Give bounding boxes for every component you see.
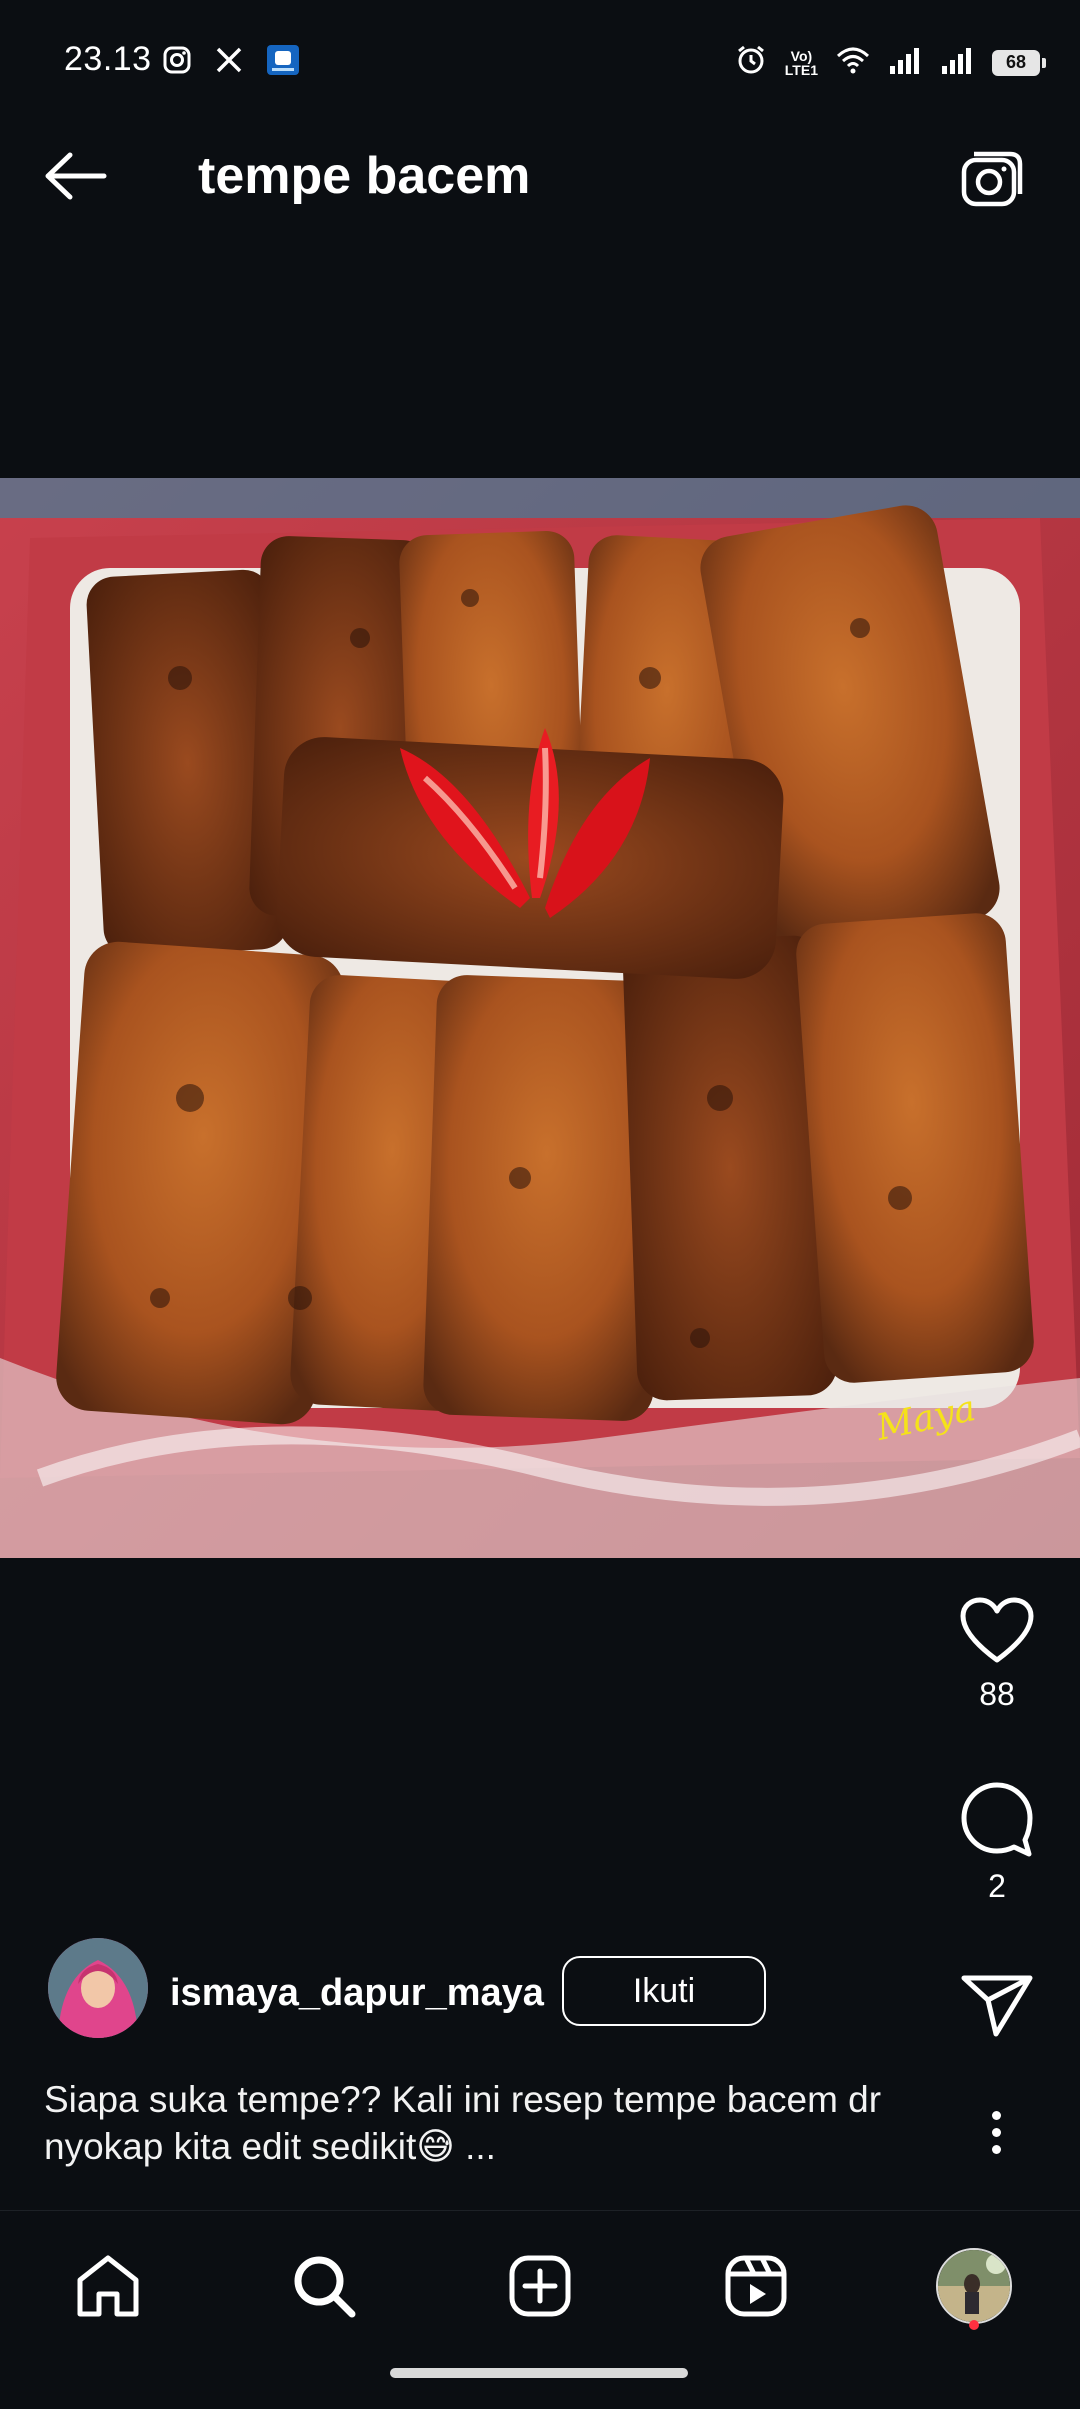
status-bar: 23.13 Vo) LTE1 68 — [0, 0, 1080, 96]
page-title: tempe bacem — [198, 147, 531, 205]
comment-icon — [961, 1782, 1033, 1857]
lte-indicator: Vo) LTE1 — [785, 49, 818, 77]
like-action[interactable]: 88 — [937, 1596, 1057, 1713]
more-icon-dot — [991, 2110, 1001, 2120]
alarm-icon — [735, 44, 767, 81]
like-count: 88 — [979, 1676, 1015, 1712]
follow-button[interactable]: Ikuti — [562, 1956, 766, 2026]
home-indicator[interactable] — [390, 2368, 688, 2378]
camera-icon — [961, 151, 1023, 207]
nav-create[interactable] — [490, 2236, 590, 2336]
more-options-button[interactable] — [966, 2092, 1026, 2172]
post-image[interactable]: Maya — [0, 478, 1080, 1558]
status-notification-icons — [162, 44, 300, 81]
caption-line-1: Siapa suka tempe?? Kali ini resep tempe … — [44, 2079, 882, 2120]
signal-icon-2 — [940, 46, 974, 79]
battery-indicator: 68 — [992, 49, 1046, 76]
x-icon — [214, 45, 244, 80]
wifi-icon — [836, 46, 870, 79]
comment-count: 2 — [988, 1868, 1006, 1904]
home-icon — [77, 2255, 139, 2317]
signal-icon — [888, 46, 922, 79]
status-system-icons: Vo) LTE1 68 — [735, 44, 1046, 81]
more-icon-dot — [991, 2127, 1001, 2137]
comment-action[interactable]: 2 — [937, 1782, 1057, 1905]
camera-button[interactable] — [952, 140, 1032, 220]
profile-avatar — [936, 2248, 1012, 2324]
create-icon — [509, 2255, 571, 2317]
back-button[interactable] — [40, 140, 112, 212]
nav-home[interactable] — [58, 2236, 158, 2336]
post-caption[interactable]: Siapa suka tempe?? Kali ini resep tempe … — [44, 2076, 944, 2170]
heart-icon — [960, 1597, 1034, 1663]
nav-reels[interactable] — [706, 2236, 806, 2336]
caption-line-2: nyokap kita edit sedikit😅 ... — [44, 2126, 496, 2167]
author-avatar[interactable] — [48, 1938, 148, 2038]
nav-search[interactable] — [274, 2236, 374, 2336]
instagram-icon — [162, 45, 192, 80]
reels-icon — [725, 2255, 787, 2317]
notification-dot — [969, 2320, 979, 2330]
search-icon — [294, 2256, 356, 2318]
more-icon-dot — [991, 2144, 1001, 2154]
app-icon — [266, 44, 300, 81]
back-arrow-icon — [45, 152, 107, 200]
status-time: 23.13 — [64, 40, 152, 78]
share-icon — [961, 1975, 1033, 2037]
author-username[interactable]: ismaya_dapur_maya — [170, 1972, 544, 2015]
tempe-bacem-photo — [0, 478, 1080, 1558]
lte-bottom: LTE1 — [784, 61, 818, 78]
share-button[interactable] — [937, 1972, 1057, 2038]
